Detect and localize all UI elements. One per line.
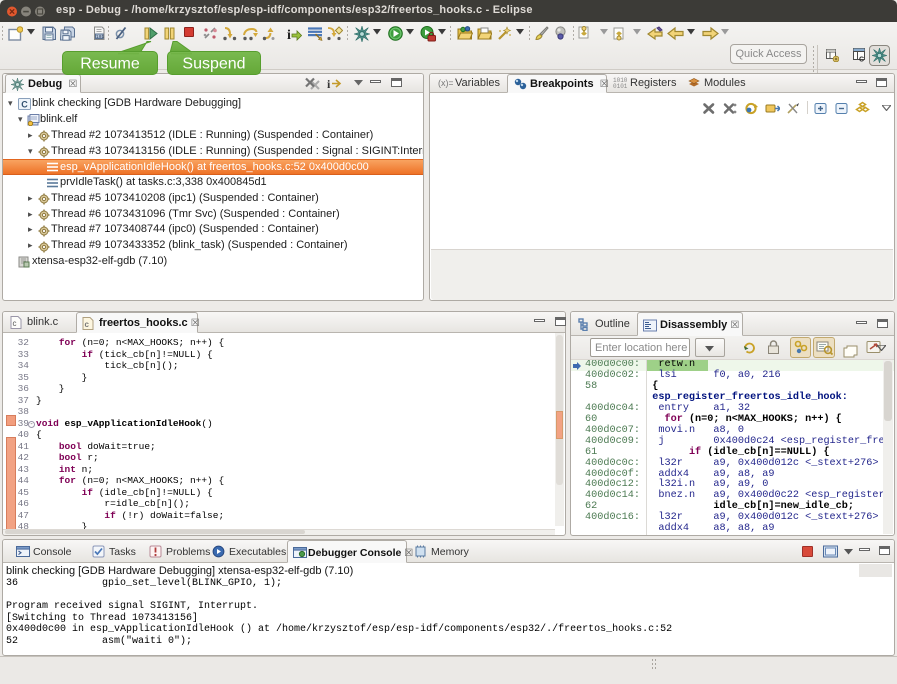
svg-text:c: c — [85, 320, 90, 329]
svg-text:c: c — [13, 319, 17, 328]
svg-text:C: C — [21, 100, 28, 110]
svg-text:Suspend: Suspend — [182, 56, 245, 73]
svg-text:i: i — [327, 77, 331, 90]
svg-text:C: C — [859, 57, 864, 64]
svg-text:0101: 0101 — [613, 83, 628, 89]
svg-text:(x)=: (x)= — [438, 78, 453, 88]
svg-text:Resume: Resume — [80, 56, 140, 73]
